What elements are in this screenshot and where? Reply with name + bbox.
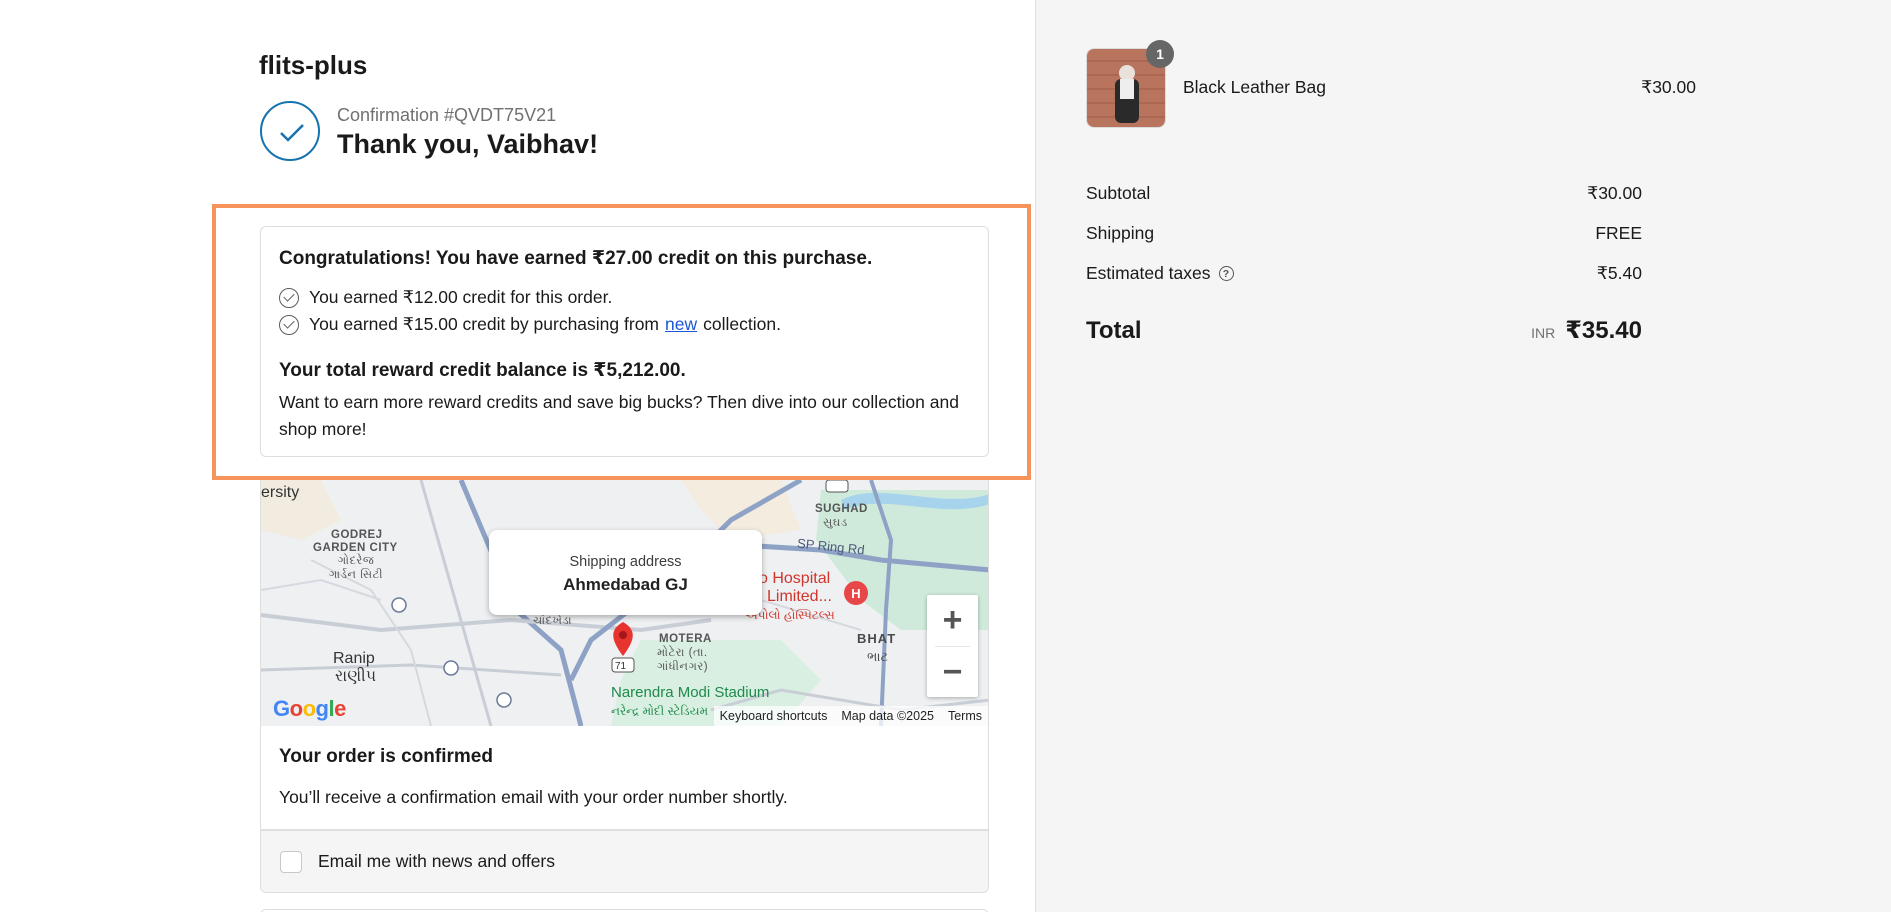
google-logo-text: Google: [273, 696, 346, 721]
map-label-sughad-guj: સુઘડ: [823, 517, 848, 529]
google-logo-letter: G: [273, 696, 290, 721]
taxes-label: Estimated taxes: [1086, 263, 1211, 283]
shipping-label: Shipping: [1086, 223, 1155, 243]
map-label-stadium: Narendra Modi Stadium: [611, 684, 770, 701]
subtotal-label: Subtotal: [1086, 183, 1151, 203]
shipping-row: Shipping FREE: [1086, 223, 1642, 244]
map-label-motera-guj: મોટેરા (તા. ગાંધીનગર): [657, 647, 709, 673]
subtotal-row: Subtotal ₹30.00: [1086, 183, 1642, 204]
order-summary-panel: 1 Black Leather Bag ₹30.00 Subtotal ₹30.…: [1035, 0, 1891, 912]
tooltip-label: Shipping address: [569, 554, 682, 570]
google-logo-letter: o: [302, 696, 316, 721]
map-label-motera: MOTERA: [659, 633, 712, 645]
taxes-row: Estimated taxes ? ₹5.40: [1086, 263, 1642, 284]
map-label-ranip-guj: રાણીપ: [335, 668, 377, 685]
map-label-hospital-2: Limited...: [767, 588, 832, 605]
order-confirmed-text: You’ll receive a confirmation email with…: [279, 787, 788, 807]
zoom-out-button[interactable]: −: [927, 647, 978, 698]
google-logo-letter: o: [289, 696, 303, 721]
highlight-frame: [212, 204, 1031, 480]
map-route-shield: 71: [615, 661, 627, 672]
map-label-bhat-guj: ભાટ: [867, 649, 889, 664]
total-label: Total: [1086, 317, 1142, 344]
map-label-ranip: Ranip: [333, 650, 375, 667]
product-price: ₹30.00: [1641, 77, 1696, 97]
map-label-university: ersity: [261, 484, 300, 501]
newsletter-label[interactable]: Email me with news and offers: [318, 851, 555, 872]
map-label-hospital: o Hospital: [759, 570, 831, 587]
map-footer: Keyboard shortcuts Map data ©2025 Terms: [713, 706, 988, 726]
shipping-value: FREE: [1595, 223, 1642, 243]
order-confirmed-card: Your order is confirmed You’ll receive a…: [260, 726, 989, 830]
order-confirmed-title: Your order is confirmed: [279, 746, 493, 767]
map-zoom-controls: + −: [927, 595, 978, 697]
confirmation-check-icon: [260, 101, 320, 161]
total-currency: INR: [1531, 325, 1556, 341]
thank-you-heading: Thank you, Vaibhav!: [337, 129, 599, 159]
shop-name[interactable]: flits-plus: [259, 50, 367, 81]
shipping-address-tooltip: Shipping address Ahmedabad GJ: [489, 530, 762, 615]
help-icon[interactable]: ?: [1218, 266, 1234, 281]
total-row: Total INR ₹35.40: [1086, 316, 1642, 345]
keyboard-shortcuts-link[interactable]: Keyboard shortcuts: [720, 709, 828, 723]
map-label-garden-city: GARDEN CITY: [313, 542, 398, 554]
confirmation-number: Confirmation #QVDT75V21: [337, 105, 557, 125]
subtotal-value: ₹30.00: [1587, 183, 1642, 203]
svg-text:H: H: [851, 586, 860, 601]
newsletter-checkbox[interactable]: [280, 850, 302, 873]
google-logo-letter: e: [334, 696, 346, 721]
map-data-attribution: Map data ©2025: [841, 709, 934, 723]
map-label-chandkheda-guj: ચાંદખેડા: [533, 615, 573, 627]
taxes-value: ₹5.40: [1596, 263, 1642, 283]
newsletter-row[interactable]: Email me with news and offers: [260, 830, 989, 893]
product-name: Black Leather Bag: [1183, 77, 1327, 97]
tooltip-address: Ahmedabad GJ: [563, 575, 688, 594]
map-label-garden-city-guj: ગોદરેજ ગાર્ડન સિટી: [328, 555, 384, 581]
map-label-stadium-guj: નરેન્દ્ર મોદી સ્ટેડિયમ: [611, 704, 709, 718]
shipping-map[interactable]: H ersity GODREJ GARDEN CITY ગોદરેજ ગાર્ડ…: [260, 480, 989, 726]
google-logo[interactable]: Google: [273, 696, 346, 722]
map-label-godrej: GODREJ: [331, 529, 383, 541]
zoom-in-button[interactable]: +: [927, 595, 978, 646]
quantity-badge: 1: [1146, 40, 1174, 68]
google-logo-letter: g: [315, 696, 329, 721]
total-amount: ₹35.40: [1565, 317, 1642, 344]
map-label-bhat: BHAT: [857, 631, 897, 646]
map-label-sughad: SUGHAD: [815, 503, 868, 515]
terms-link[interactable]: Terms: [948, 709, 982, 723]
